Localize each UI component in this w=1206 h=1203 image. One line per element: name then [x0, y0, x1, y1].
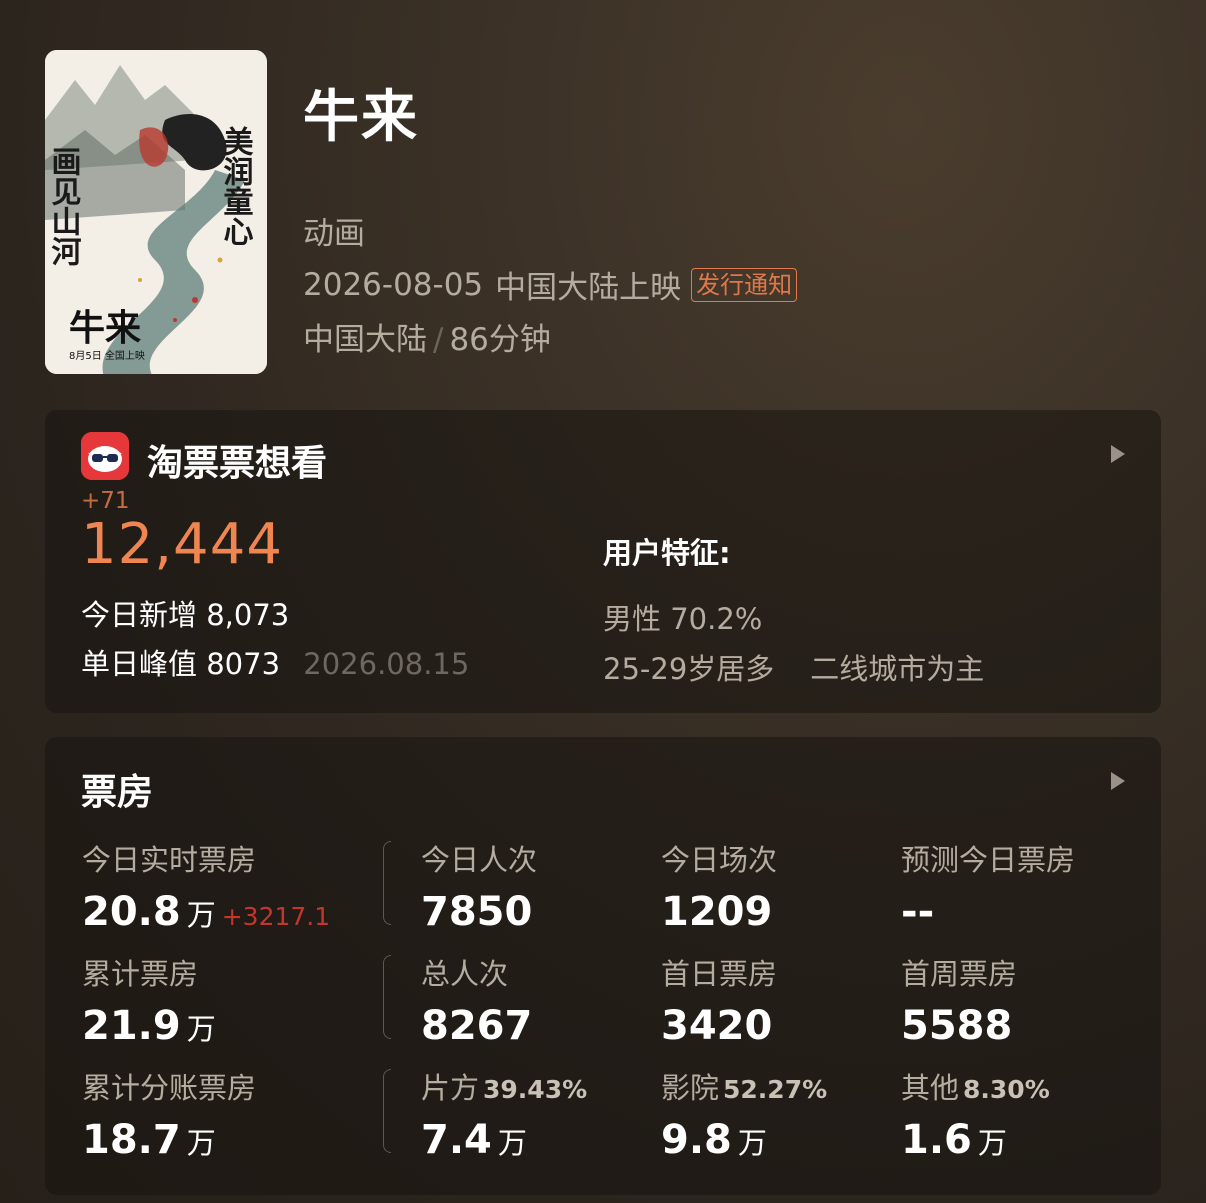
other-share: 其他 8.30% 1.6 万 [901, 1065, 1050, 1163]
stat-value: 5588 [901, 1003, 1013, 1049]
daily-peak-date: 2026.08.15 [303, 647, 470, 681]
today-viewers: 今日人次 7850 [421, 837, 537, 935]
stat-label: 影院 52.27% [661, 1071, 828, 1105]
user-age-city: 25-29岁居多 二线城市为主 [603, 646, 984, 688]
split-box-office: 累计分账票房 18.7 万 [82, 1065, 256, 1163]
stat-value: 18.7 万 [82, 1117, 216, 1163]
movie-region: 中国大陆 [303, 322, 427, 358]
stat-label: 今日场次 [661, 843, 778, 877]
movie-poster[interactable]: 画见山河 美润童心 牛来 8月5日 全国上映 [45, 50, 267, 374]
want-to-see-card[interactable]: 淘票票想看 +71 12,444 今日新增 8,073 单日峰值 8073 20… [45, 410, 1161, 713]
producer-share: 片方 39.43% 7.4 万 [421, 1065, 587, 1163]
cumulative-box-office: 累计票房 21.9 万 [82, 951, 216, 1049]
want-total: 12,444 [81, 512, 283, 577]
today-new-row: 今日新增 8,073 [81, 592, 289, 634]
first-day-box-office: 首日票房 3420 [661, 951, 777, 1049]
movie-title: 牛来 [303, 85, 419, 150]
release-info: 2026-08-05 中国大陆上映 发行通知 [303, 262, 798, 307]
region-separator: / [433, 322, 444, 358]
stat-label: 今日实时票房 [82, 843, 257, 877]
stat-value: 1.6 万 [901, 1117, 1007, 1163]
realtime-delta: +3217.1 [221, 902, 331, 931]
poster-date-line: 8月5日 全国上映 [69, 349, 145, 362]
daily-peak-label: 单日峰值 [81, 647, 198, 681]
stat-value: 8267 [421, 1003, 533, 1049]
stat-label: 累计分账票房 [82, 1071, 257, 1105]
divider [383, 955, 391, 1039]
realtime-box-office: 今日实时票房 20.8 万 +3217.1 [82, 837, 330, 935]
divider [383, 841, 391, 925]
want-to-see-title: 淘票票想看 [147, 443, 328, 484]
user-city: 二线城市为主 [810, 652, 985, 686]
stat-value: 3420 [661, 1003, 773, 1049]
user-gender: 男性 70.2% [603, 602, 763, 636]
poster-slogan-left: 画见山河 [46, 146, 82, 266]
cinema-share: 影院 52.27% 9.8 万 [661, 1065, 827, 1163]
box-office-card[interactable]: 票房 今日实时票房 20.8 万 +3217.1 今日人次 7850 今日场次 12… [45, 737, 1161, 1195]
first-week-box-office: 首周票房 5588 [901, 951, 1017, 1049]
today-new-value: 8,073 [206, 598, 290, 632]
chevron-right-icon[interactable] [1111, 445, 1125, 463]
chevron-right-icon[interactable] [1111, 772, 1125, 790]
stat-label: 累计票房 [82, 957, 199, 991]
daily-peak-value: 8073 [206, 647, 281, 681]
stat-value: 1209 [661, 889, 773, 935]
stat-label: 首日票房 [661, 957, 778, 991]
stat-value: 21.9 万 [82, 1003, 216, 1049]
stat-label: 总人次 [421, 957, 509, 991]
today-new-label: 今日新增 [81, 598, 198, 632]
user-age: 25-29岁居多 [603, 652, 775, 686]
release-notice-badge[interactable]: 发行通知 [691, 267, 798, 302]
region-duration: 中国大陆/86分钟 [303, 314, 551, 359]
stat-label: 首周票房 [901, 957, 1018, 991]
want-delta: +71 [81, 488, 130, 514]
stat-label: 片方 39.43% [421, 1071, 588, 1105]
taopiaopiao-app-icon [81, 432, 129, 480]
today-shows: 今日场次 1209 [661, 837, 777, 935]
stat-value: 9.8 万 [661, 1117, 767, 1163]
divider [383, 1069, 391, 1153]
user-profile-title: 用户特征: [603, 536, 731, 570]
box-office-title: 票房 [81, 772, 154, 813]
movie-genre: 动画 [303, 216, 365, 252]
stat-label: 预测今日票房 [901, 843, 1076, 877]
release-date: 2026-08-05 [303, 266, 484, 303]
stat-label: 其他 8.30% [901, 1071, 1050, 1105]
total-viewers: 总人次 8267 [421, 951, 532, 1049]
stat-value: 20.8 万 +3217.1 [82, 889, 331, 935]
stat-value: -- [901, 889, 935, 935]
forecast-box-office: 预测今日票房 -- [901, 837, 1075, 935]
release-region: 中国大陆上映 [495, 270, 682, 306]
poster-logo: 牛来 [69, 307, 141, 349]
daily-peak-row: 单日峰值 8073 2026.08.15 [81, 641, 469, 683]
stat-label: 今日人次 [421, 843, 538, 877]
stat-value: 7850 [421, 889, 533, 935]
movie-duration: 86分钟 [449, 322, 551, 358]
stat-value: 7.4 万 [421, 1117, 527, 1163]
poster-slogan-right: 美润童心 [218, 125, 254, 246]
